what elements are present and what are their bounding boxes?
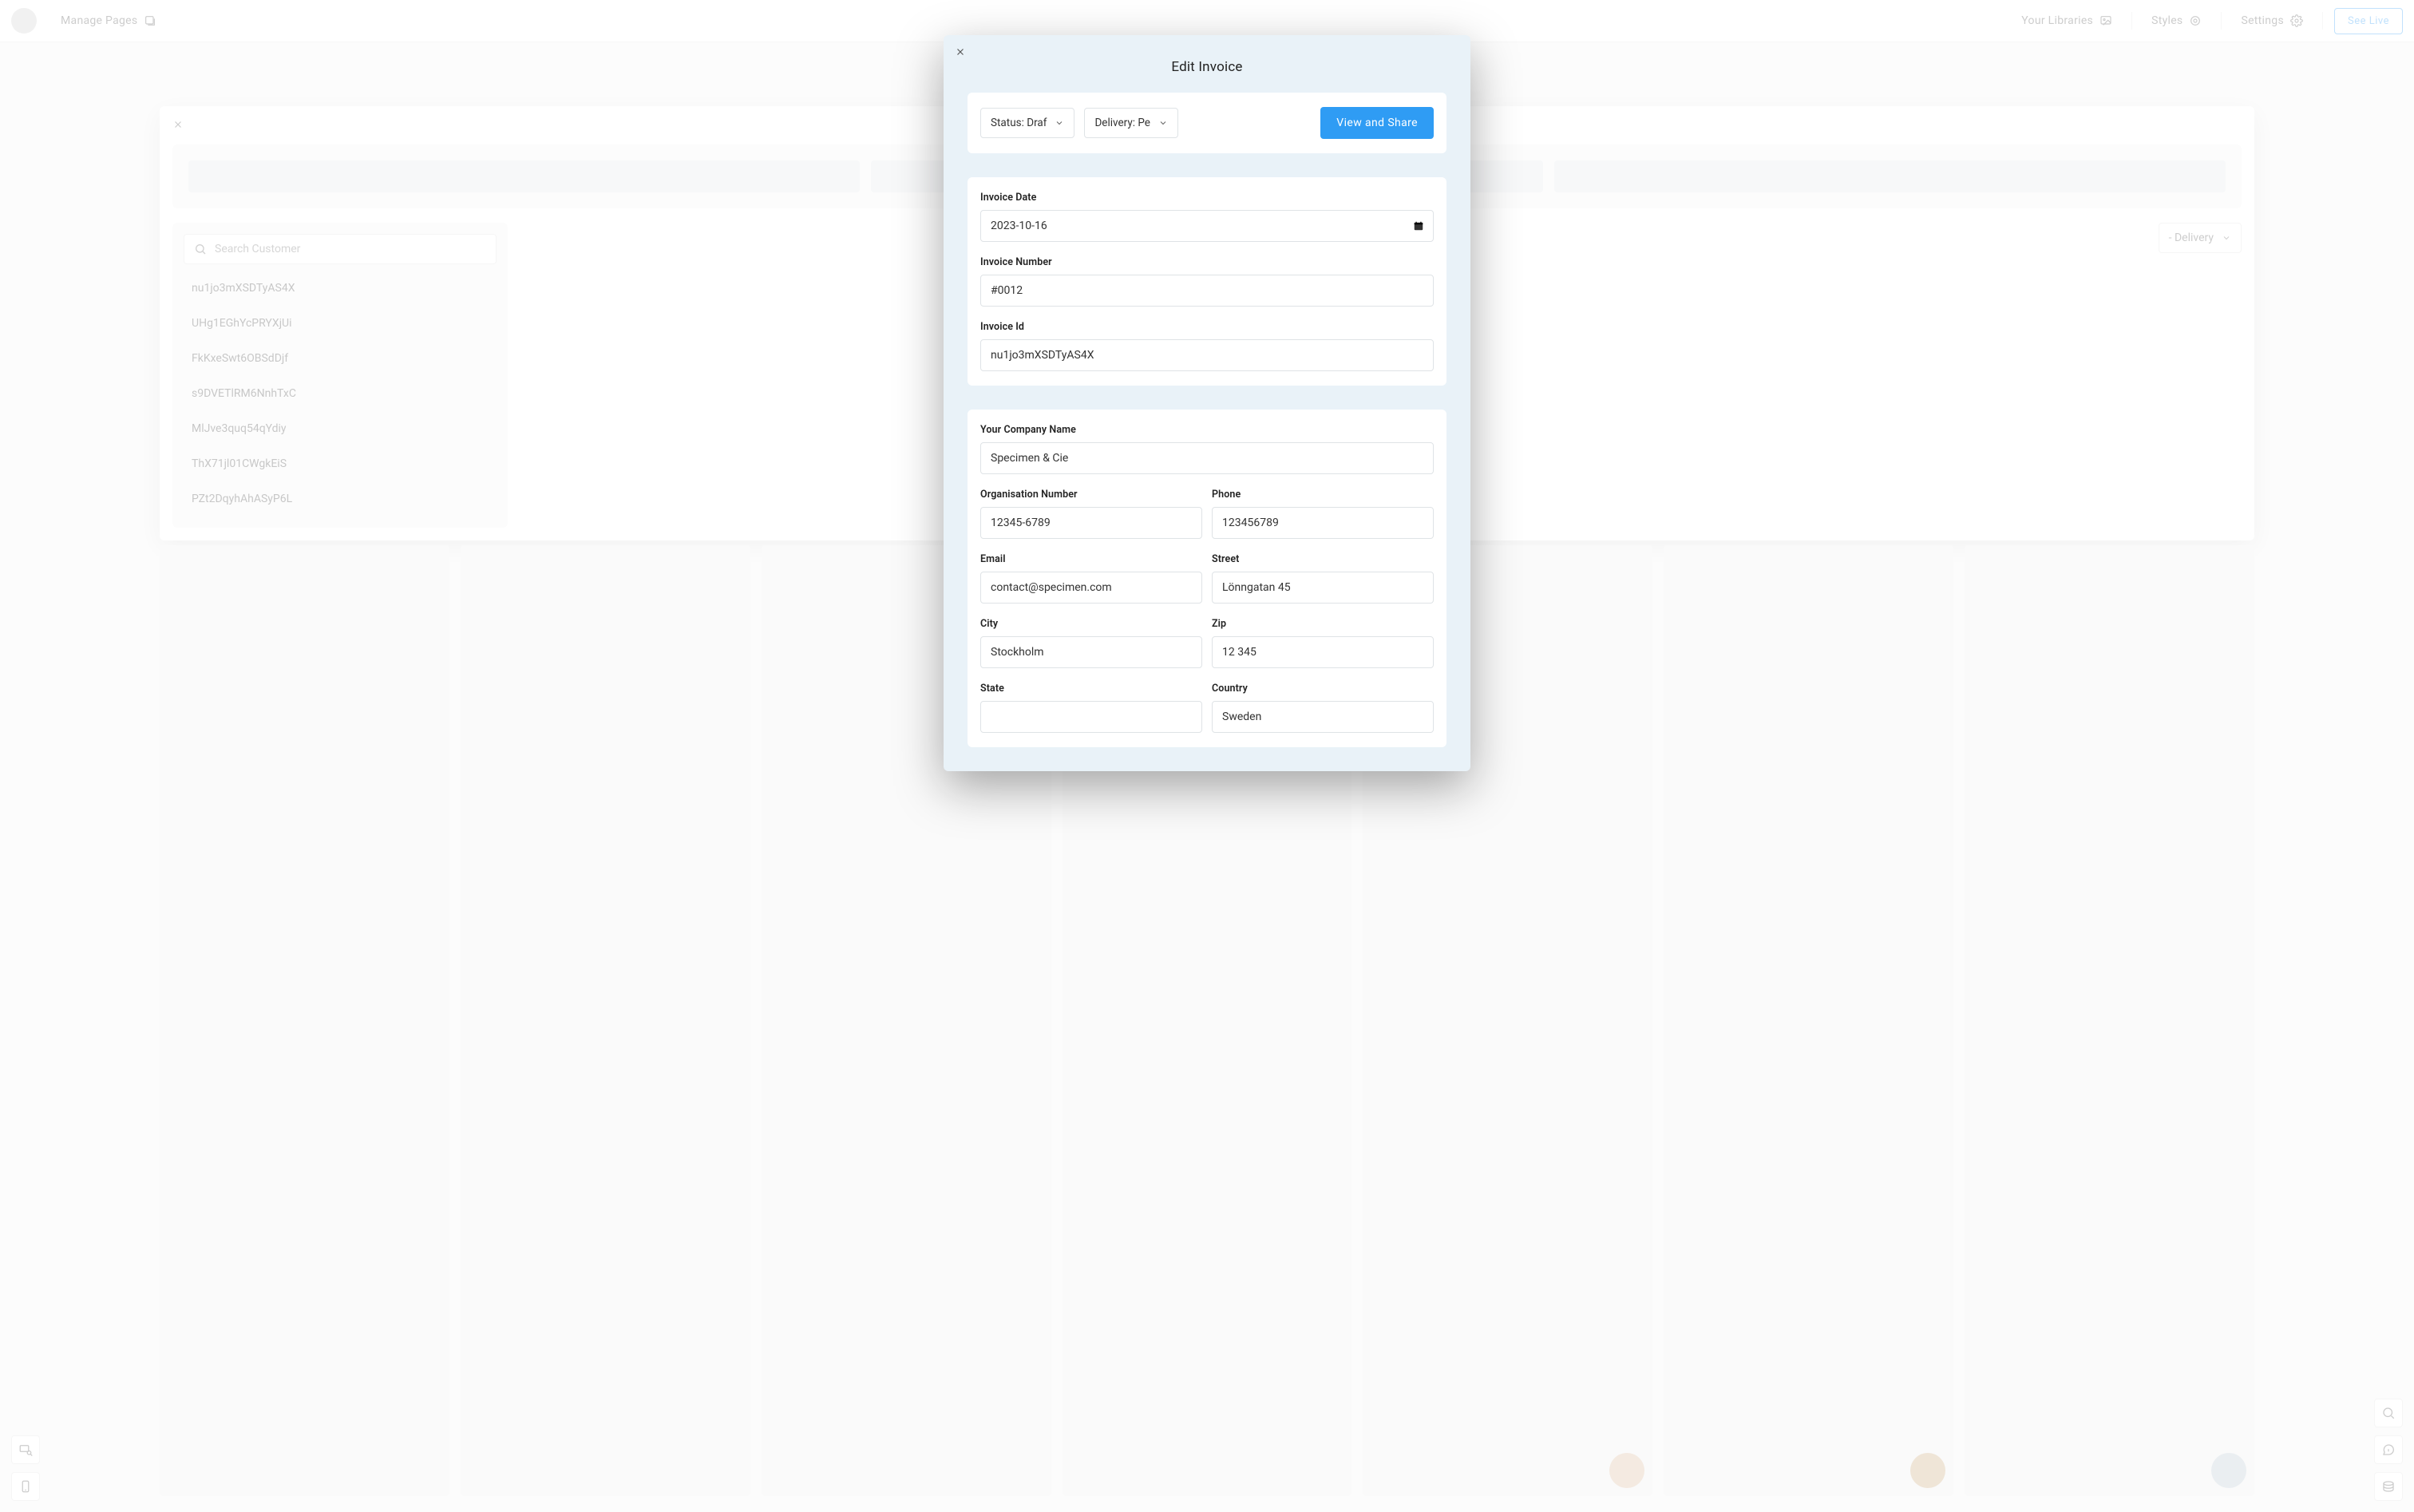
modal-toolbar-card: Status: Draf Delivery: Pe View and Share: [968, 93, 1446, 153]
company-name-input[interactable]: [980, 442, 1434, 474]
org-number-input[interactable]: [980, 507, 1202, 539]
city-label: City: [980, 618, 1202, 630]
invoice-number-label: Invoice Number: [980, 256, 1434, 268]
company-card: Your Company Name Organisation Number Ph…: [968, 410, 1446, 747]
delivery-select-label: Delivery: Pe: [1094, 117, 1150, 129]
view-and-share-button[interactable]: View and Share: [1320, 107, 1434, 139]
country-label: Country: [1212, 683, 1434, 695]
country-input[interactable]: [1212, 701, 1434, 733]
modal-title: Edit Invoice: [944, 35, 1470, 93]
phone-label: Phone: [1212, 489, 1434, 501]
delivery-select[interactable]: Delivery: Pe: [1084, 108, 1177, 138]
company-name-label: Your Company Name: [980, 424, 1434, 436]
invoice-date-input[interactable]: [980, 210, 1434, 242]
invoice-meta-card: Invoice Date Invoice Number Invoice Id: [968, 177, 1446, 386]
chevron-down-icon: [1158, 118, 1168, 128]
org-number-label: Organisation Number: [980, 489, 1202, 501]
zip-input[interactable]: [1212, 636, 1434, 668]
chevron-down-icon: [1055, 118, 1064, 128]
invoice-date-label: Invoice Date: [980, 192, 1434, 204]
invoice-id-input[interactable]: [980, 339, 1434, 371]
zip-label: Zip: [1212, 618, 1434, 630]
phone-input[interactable]: [1212, 507, 1434, 539]
calendar-icon: [1413, 220, 1424, 232]
email-label: Email: [980, 553, 1202, 565]
invoice-id-label: Invoice Id: [980, 321, 1434, 333]
street-input[interactable]: [1212, 572, 1434, 604]
street-label: Street: [1212, 553, 1434, 565]
email-input[interactable]: [980, 572, 1202, 604]
invoice-number-input[interactable]: [980, 275, 1434, 307]
status-select-label: Status: Draf: [991, 117, 1047, 129]
city-input[interactable]: [980, 636, 1202, 668]
close-icon[interactable]: [955, 46, 966, 57]
state-label: State: [980, 683, 1202, 695]
state-input[interactable]: [980, 701, 1202, 733]
edit-invoice-modal: Edit Invoice Status: Draf Delivery: Pe V…: [944, 35, 1470, 771]
status-select[interactable]: Status: Draf: [980, 108, 1074, 138]
